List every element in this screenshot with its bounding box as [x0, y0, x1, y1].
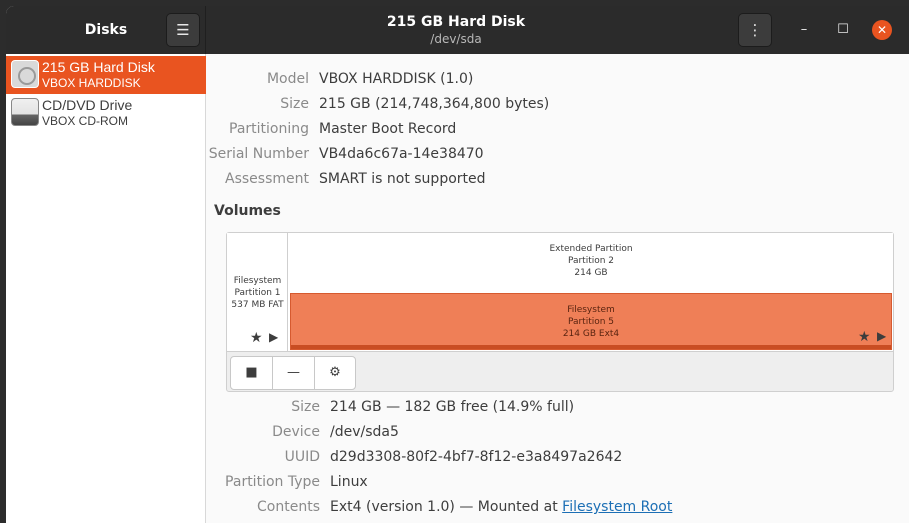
model-value: VBOX HARDDISK (1.0)	[319, 71, 474, 87]
contents-label: Contents	[257, 499, 320, 515]
volumes-title: Volumes	[214, 203, 281, 219]
hard-disk-icon	[11, 60, 39, 88]
volume-toolbar: ■ — ⚙	[230, 356, 356, 390]
unmount-button[interactable]: ■	[231, 357, 273, 389]
sidebar-item-hard-disk[interactable]: 215 GB Hard Disk VBOX HARDDISK	[6, 56, 206, 94]
partitioning-label: Partitioning	[229, 121, 309, 137]
device-label: Device	[272, 424, 320, 440]
partition-usage-bar	[291, 345, 891, 349]
play-icon: ▶	[877, 329, 887, 343]
model-label: Model	[266, 71, 309, 87]
extended-partition-label: Extended Partition Partition 2 214 GB	[549, 244, 633, 278]
star-icon: ★	[250, 330, 263, 346]
header-bar: Disks ☰ 215 GB Hard Disk /dev/sda ⋮ – ☐ …	[6, 6, 909, 54]
disks-window: Disks ☰ 215 GB Hard Disk /dev/sda ⋮ – ☐ …	[6, 6, 909, 523]
serial-row: Serial Number VB4da6c67a-14e38470	[207, 144, 909, 164]
close-button[interactable]: ✕	[872, 20, 892, 40]
stop-icon: ■	[245, 365, 258, 380]
maximize-icon: ☐	[837, 22, 849, 37]
partition-layout: Filesystem Partition 1 537 MB FAT ★ ▶ Ex…	[227, 233, 893, 352]
maximize-button[interactable]: ☐	[833, 20, 853, 40]
optical-drive-icon	[11, 98, 39, 126]
device-row: Device /dev/sda5	[207, 422, 909, 442]
partition-5-label: Filesystem Partition 5 214 GB Ext4	[562, 305, 620, 339]
mount-point-link[interactable]: Filesystem Root	[562, 499, 672, 515]
volumes-map: Filesystem Partition 1 537 MB FAT ★ ▶ Ex…	[226, 232, 894, 392]
partition-size-row: Size 214 GB — 182 GB free (14.9% full)	[207, 397, 909, 417]
drive-sidebar: 215 GB Hard Disk VBOX HARDDISK CD/DVD Dr…	[6, 54, 206, 523]
minus-icon: —	[287, 365, 300, 380]
partition-size-value: 214 GB — 182 GB free (14.9% full)	[330, 399, 575, 415]
hamburger-icon: ☰	[176, 21, 190, 39]
device-value: /dev/sda5	[330, 424, 399, 440]
drive-name: 215 GB Hard Disk	[42, 59, 155, 75]
model-row: Model VBOX HARDDISK (1.0)	[207, 69, 909, 89]
close-icon: ✕	[876, 23, 888, 37]
assessment-row: Assessment SMART is not supported	[207, 169, 909, 189]
partitioning-value: Master Boot Record	[319, 121, 457, 137]
partition-size-label: Size	[291, 399, 320, 415]
gears-icon: ⚙	[329, 365, 341, 380]
play-icon: ▶	[269, 330, 279, 344]
star-icon: ★	[858, 329, 871, 345]
partition-1-label: Filesystem Partition 1 537 MB FAT	[231, 276, 284, 310]
partition-type-value: Linux	[330, 474, 368, 490]
assessment-value: SMART is not supported	[319, 171, 486, 187]
sidebar-item-cd-dvd-drive[interactable]: CD/DVD Drive VBOX CD-ROM	[6, 94, 206, 132]
size-label: Size	[280, 96, 309, 112]
partitioning-row: Partitioning Master Boot Record	[207, 119, 909, 139]
sidebar-header: Disks ☰	[6, 6, 206, 54]
serial-value: VB4da6c67a-14e38470	[319, 146, 484, 162]
uuid-value: d29d3308-80f2-4bf7-8f12-e3a8497a2642	[330, 449, 623, 465]
drive-name: CD/DVD Drive	[42, 97, 133, 113]
partition-1-block[interactable]: Filesystem Partition 1 537 MB FAT ★ ▶	[227, 233, 288, 351]
minimize-icon: –	[800, 22, 808, 37]
partition-type-label: Partition Type	[225, 474, 320, 490]
size-value: 215 GB (214,748,364,800 bytes)	[319, 96, 550, 112]
minimize-button[interactable]: –	[794, 20, 814, 40]
drive-model: VBOX CD-ROM	[42, 114, 129, 128]
app-menu-button[interactable]: ☰	[166, 13, 200, 47]
size-row: Size 215 GB (214,748,364,800 bytes)	[207, 94, 909, 114]
partition-options-button[interactable]: ⚙	[315, 357, 355, 389]
partition-type-row: Partition Type Linux	[207, 472, 909, 492]
extended-partition-block[interactable]: Extended Partition Partition 2 214 GB Fi…	[289, 233, 893, 351]
disk-details-panel: Model VBOX HARDDISK (1.0) Size 215 GB (2…	[207, 54, 909, 523]
contents-value: Ext4 (version 1.0) — Mounted at Filesyst…	[330, 499, 673, 515]
disk-subtitle: /dev/sda	[430, 32, 482, 46]
assessment-label: Assessment	[225, 171, 309, 187]
disk-title: 215 GB Hard Disk	[386, 14, 526, 30]
delete-partition-button[interactable]: —	[273, 357, 315, 389]
drive-model: VBOX HARDDISK	[42, 76, 141, 90]
vertical-dots-icon: ⋮	[747, 21, 763, 39]
disk-menu-button[interactable]: ⋮	[738, 13, 772, 47]
uuid-label: UUID	[284, 449, 320, 465]
serial-label: Serial Number	[208, 146, 309, 162]
partition-5-block[interactable]: Filesystem Partition 5 214 GB Ext4 ★ ▶	[290, 293, 892, 350]
contents-row: Contents Ext4 (version 1.0) — Mounted at…	[207, 497, 909, 517]
uuid-row: UUID d29d3308-80f2-4bf7-8f12-e3a8497a264…	[207, 447, 909, 467]
